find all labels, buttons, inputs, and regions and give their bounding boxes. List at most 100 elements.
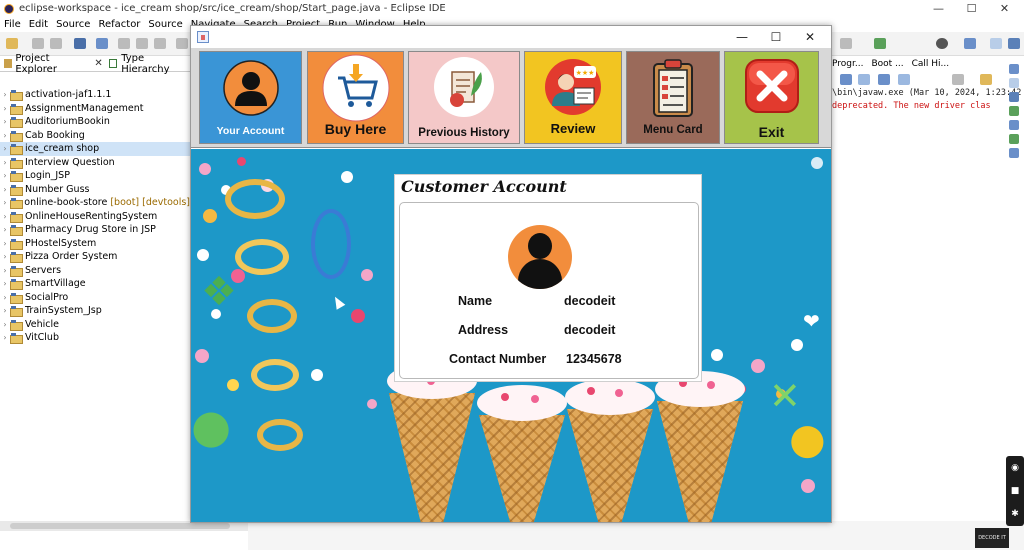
chevron-right-icon[interactable]: ›: [0, 333, 10, 342]
suspend-icon[interactable]: [136, 38, 148, 49]
tree-item[interactable]: › Pharmacy Drug Store in JSP: [0, 223, 190, 237]
chevron-right-icon[interactable]: ›: [0, 198, 10, 207]
ide-minimize-button[interactable]: —: [922, 0, 955, 17]
your-account-button[interactable]: Your Account: [199, 51, 302, 144]
tree-item[interactable]: › Pizza Order System: [0, 250, 190, 264]
project-name: OnlineHouseRentingSystem: [25, 210, 158, 222]
chevron-right-icon[interactable]: ›: [0, 131, 10, 140]
camera-icon[interactable]: ◉: [1011, 463, 1019, 473]
menu-file[interactable]: File: [0, 19, 25, 30]
app-minimize-button[interactable]: —: [725, 26, 759, 48]
console-display-icon[interactable]: [898, 74, 910, 85]
chevron-right-icon[interactable]: ›: [0, 306, 10, 315]
chevron-right-icon[interactable]: ›: [0, 279, 10, 288]
buy-here-button[interactable]: Buy Here: [307, 51, 404, 144]
servers-icon[interactable]: [1009, 120, 1019, 130]
menu-refactor[interactable]: Refactor: [94, 19, 144, 30]
tree-item[interactable]: › Interview Question: [0, 156, 190, 170]
boot-icon[interactable]: [1009, 134, 1019, 144]
tree-item[interactable]: › activation-jaf1.1.1: [0, 88, 190, 102]
gear-icon[interactable]: ✱: [1011, 509, 1019, 519]
tree-item[interactable]: › SocialPro: [0, 291, 190, 305]
outline-icon[interactable]: [1009, 64, 1019, 74]
menu-card-button[interactable]: Menu Card: [626, 51, 720, 144]
skip-breakpoints-icon[interactable]: [96, 38, 108, 49]
forward-icon[interactable]: [840, 38, 852, 49]
chevron-right-icon[interactable]: ›: [0, 239, 10, 248]
tab-progress[interactable]: Progr...: [832, 59, 863, 69]
step-icon[interactable]: [176, 38, 188, 49]
tree-item[interactable]: › TrainSystem_Jsp: [0, 304, 190, 318]
chevron-right-icon[interactable]: ›: [0, 90, 10, 99]
chevron-right-icon[interactable]: ›: [0, 158, 10, 167]
tree-item[interactable]: › Login_JSP: [0, 169, 190, 183]
open-task-icon[interactable]: [874, 38, 886, 49]
exit-button[interactable]: Exit: [724, 51, 819, 144]
new-icon[interactable]: [6, 38, 18, 49]
ide-maximize-button[interactable]: ☐: [955, 0, 988, 17]
tab-project-explorer[interactable]: Project Explorer: [15, 53, 88, 75]
tree-item[interactable]: › OnlineHouseRentingSystem: [0, 210, 190, 224]
previous-history-button[interactable]: Previous History: [408, 51, 520, 144]
terminate-icon[interactable]: [154, 38, 166, 49]
java-perspective-icon[interactable]: [990, 38, 1002, 49]
resume-icon[interactable]: [118, 38, 130, 49]
project-explorer-header: Project Explorer ✕ Type Hierarchy: [0, 53, 190, 75]
review-button[interactable]: ★★★ Review: [524, 51, 622, 144]
tree-item[interactable]: › AssignmentManagement: [0, 102, 190, 116]
chevron-right-icon[interactable]: ›: [0, 104, 10, 113]
console-remove-icon[interactable]: [840, 74, 852, 85]
chevron-right-icon[interactable]: ›: [0, 171, 10, 180]
javadoc-icon[interactable]: [1009, 148, 1019, 158]
chevron-right-icon[interactable]: ›: [0, 117, 10, 126]
tree-item[interactable]: › VitClub: [0, 331, 190, 345]
menu-source-2[interactable]: Source: [144, 19, 186, 30]
chevron-right-icon[interactable]: ›: [0, 320, 10, 329]
chevron-right-icon[interactable]: ›: [0, 144, 10, 153]
chevron-right-icon[interactable]: ›: [0, 266, 10, 275]
address-label: Address: [458, 323, 509, 337]
save-icon[interactable]: [32, 38, 44, 49]
problems-icon[interactable]: [1009, 106, 1019, 116]
tree-item[interactable]: › Cab Booking: [0, 129, 190, 143]
tab-call-hierarchy[interactable]: Call Hi...: [912, 59, 950, 69]
console-icon[interactable]: [1009, 92, 1019, 102]
tree-item[interactable]: › Vehicle: [0, 318, 190, 332]
console-pin-icon[interactable]: [878, 74, 890, 85]
chevron-right-icon[interactable]: ›: [0, 225, 10, 234]
console-new-icon[interactable]: [980, 74, 992, 85]
scrollbar-thumb[interactable]: [10, 523, 230, 529]
chevron-right-icon[interactable]: ›: [0, 293, 10, 302]
tree-item[interactable]: › PHostelSystem: [0, 237, 190, 251]
tab-boot-dashboard[interactable]: Boot ...: [871, 59, 903, 69]
tree-item-selected[interactable]: › ice_cream shop: [0, 142, 190, 156]
tree-item[interactable]: › Servers: [0, 264, 190, 278]
task-list-icon[interactable]: [1009, 78, 1019, 88]
tree-item[interactable]: › AuditoriumBookin: [0, 115, 190, 129]
tree-item[interactable]: › Number Guss: [0, 183, 190, 197]
tab-type-hierarchy[interactable]: Type Hierarchy: [121, 53, 190, 75]
console-scroll-lock-icon[interactable]: [858, 74, 870, 85]
chevron-right-icon[interactable]: ›: [0, 212, 10, 221]
tree-item[interactable]: › SmartVillage: [0, 277, 190, 291]
video-icon[interactable]: ■: [1011, 486, 1020, 496]
app-maximize-button[interactable]: ☐: [759, 26, 793, 48]
tree-item[interactable]: › online-book-store [boot] [devtools]: [0, 196, 190, 210]
project-folder-icon: [10, 225, 23, 237]
sprinkle: [501, 393, 509, 401]
menu-edit[interactable]: Edit: [25, 19, 52, 30]
chevron-right-icon[interactable]: ›: [0, 252, 10, 261]
chevron-right-icon[interactable]: ›: [0, 185, 10, 194]
save-all-icon[interactable]: [50, 38, 62, 49]
close-icon[interactable]: ✕: [94, 58, 102, 69]
search-icon[interactable]: [936, 38, 948, 49]
nav-label: Review: [550, 121, 596, 136]
perspective-icon[interactable]: [964, 38, 976, 49]
terminal-icon[interactable]: [74, 38, 86, 49]
app-close-button[interactable]: ✕: [793, 26, 827, 48]
menu-source[interactable]: Source: [52, 19, 94, 30]
debug-perspective-icon[interactable]: [1008, 38, 1020, 49]
console-open-icon[interactable]: [952, 74, 964, 85]
servers-folder-icon: [10, 265, 23, 277]
ide-close-button[interactable]: ✕: [988, 0, 1021, 17]
